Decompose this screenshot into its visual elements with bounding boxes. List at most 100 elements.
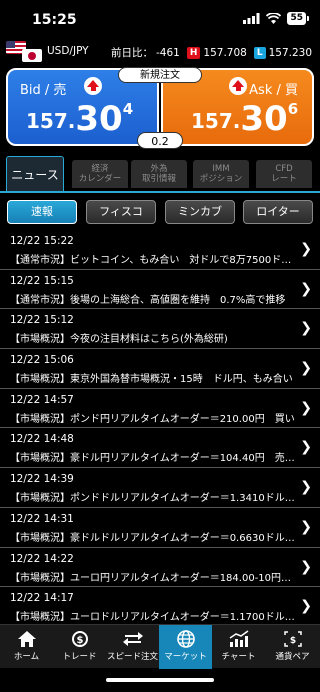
news-date: 12/22 15:06 (10, 354, 74, 367)
bid-price: 157. 30 4 (26, 99, 133, 139)
tab-label-line2: レート (271, 174, 297, 184)
news-title: 【市場概況】ユーロ円リアルタイムオーダー＝184.00-10円… (10, 572, 292, 584)
low-badge: L (253, 46, 266, 59)
bid-price-main: 30 (75, 99, 123, 139)
tab-label-line2: ポジション (199, 174, 243, 184)
market-tabs: ニュース 経済 カレンダー 外為 取引情報 IMM ポジション CFD レート (0, 156, 320, 194)
globe-icon (176, 630, 195, 648)
tab-label-line1: CFD (275, 164, 293, 174)
price-area: Bid / 売 157. 30 4 Ask / 買 157. 30 6 新規注文… (0, 67, 320, 150)
tab-news[interactable]: ニュース (6, 156, 64, 192)
news-item[interactable]: 12/22 14:39 【市場概況】ポンドドルリアルタイムオーダー＝1.3410… (0, 468, 320, 508)
news-item[interactable]: 12/22 14:57 【市場概況】ポンド円リアルタイムオーダー＝210.00円… (0, 389, 320, 429)
japan-flag-icon (22, 49, 42, 62)
nav-chart-label: チャート (221, 652, 256, 662)
new-order-button[interactable]: 新規注文 (118, 67, 202, 83)
tab-label-line1: 外為 (150, 164, 168, 174)
news-title: 【通常市況】ビットコイン、もみ合い 対ドルで8万7500ドル… (10, 255, 298, 266)
bid-price-prefix: 157. (26, 109, 76, 133)
up-arrow-icon (84, 77, 102, 95)
chevron-right-icon: ❯ (300, 518, 312, 535)
filter-flash-button[interactable]: 速報 (7, 200, 77, 224)
ask-label: Ask / 買 (249, 83, 298, 98)
news-date: 12/22 15:15 (10, 274, 74, 287)
nav-speed-order[interactable]: スピード注文 (106, 625, 159, 669)
tab-label-line2: カレンダー (78, 174, 122, 184)
chevron-right-icon: ❯ (300, 280, 312, 297)
home-icon (17, 631, 36, 647)
nav-market[interactable]: マーケット (159, 625, 212, 669)
news-item[interactable]: 12/22 15:22 【通常市況】ビットコイン、もみ合い 対ドルで8万7500… (0, 230, 320, 270)
chevron-right-icon: ❯ (300, 320, 312, 337)
news-date: 12/22 14:48 (10, 433, 74, 446)
svg-text:$: $ (76, 635, 83, 646)
filter-reuters-button[interactable]: ロイター (243, 200, 313, 224)
tab-fx-trading-info[interactable]: 外為 取引情報 (131, 160, 187, 188)
status-icons: 55 (243, 12, 309, 25)
news-item[interactable]: 12/22 14:31 【市場概況】豪ドルドルリアルタイムオーダー＝0.6630… (0, 508, 320, 548)
ask-price: 157. 30 6 (191, 99, 299, 139)
news-title: 【市場概況】豪ドルドルリアルタイムオーダー＝0.6630ドル 売り (10, 532, 298, 544)
change-value: -461 (156, 46, 180, 59)
tab-economic-calendar[interactable]: 経済 カレンダー (72, 160, 128, 188)
speed-order-icon (122, 632, 143, 646)
news-item[interactable]: 12/22 14:17 【市場概況】ユーロドルリアルタイムオーダー＝1.1700… (0, 587, 320, 624)
tab-cfd-rate[interactable]: CFD レート (256, 160, 312, 188)
nav-home[interactable]: ホーム (0, 625, 53, 669)
chevron-right-icon: ❯ (300, 479, 312, 496)
svg-text:$: $ (289, 636, 295, 646)
wifi-icon (266, 13, 282, 24)
change-label: 前日比： (111, 47, 154, 59)
nav-speed-order-label: スピード注文 (106, 652, 158, 662)
news-date: 12/22 14:22 (10, 552, 74, 565)
high-badge: H (186, 46, 201, 59)
high-value: 157.708 (203, 46, 247, 59)
news-title: 【市場概況】ユーロドルリアルタイムオーダー＝1.1700ドル 買い… (10, 612, 298, 624)
chart-icon (229, 630, 248, 647)
chevron-right-icon: ❯ (300, 241, 312, 257)
chevron-right-icon: ❯ (300, 558, 312, 575)
nav-trade[interactable]: $ トレード (53, 625, 106, 669)
nav-currency-pair[interactable]: $ 通貨ペア (265, 625, 320, 669)
ask-price-last: 6 (287, 100, 299, 118)
news-item[interactable]: 12/22 15:15 【通常市況】後場の上海総合、高値圏を維持 0.7%高で推… (0, 270, 320, 310)
spread-badge: 0.2 (137, 132, 183, 149)
chevron-right-icon: ❯ (300, 399, 312, 416)
currency-pair-icon: $ (283, 631, 302, 647)
news-date: 12/22 15:22 (10, 235, 74, 247)
trade-icon: $ (71, 631, 88, 647)
news-title: 【市場概況】ポンド円リアルタイムオーダー＝210.00円 買い (10, 413, 295, 425)
ask-price-main: 30 (240, 99, 288, 139)
tab-news-label: ニュース (11, 168, 59, 182)
home-indicator (106, 678, 214, 682)
signal-icon (243, 13, 260, 24)
battery-icon: 55 (287, 12, 309, 25)
currency-pair-row[interactable]: USD/JPY 前日比： -461 H 157.708 L 157.230 (0, 41, 320, 63)
news-item[interactable]: 12/22 15:06 【市場概況】東京外国為替市場概況・15時 ドル円、もみ合… (0, 349, 320, 389)
news-source-filters: 速報 フィスコ ミンカブ ロイター (0, 200, 320, 226)
ask-price-prefix: 157. (191, 109, 241, 133)
news-date: 12/22 14:31 (10, 512, 74, 525)
news-item[interactable]: 12/22 15:12 【市場概況】今夜の注目材料はこちら(外為総研) ❯ (0, 309, 320, 350)
news-date: 12/22 14:39 (10, 473, 74, 486)
chevron-right-icon: ❯ (300, 439, 312, 456)
nav-chart[interactable]: チャート (212, 625, 265, 669)
news-date: 12/22 14:57 (10, 393, 74, 406)
tab-label-line2: 取引情報 (141, 174, 176, 184)
news-date: 12/22 14:17 (10, 592, 74, 605)
bottom-navigation: ホーム $ トレード スピード注文 マーケット チャート $ 通貨ペア (0, 624, 320, 669)
bid-label: Bid / 売 (20, 83, 67, 98)
news-item[interactable]: 12/22 14:22 【市場概況】ユーロ円リアルタイムオーダー＝184.00-… (0, 548, 320, 588)
filter-minkabu-button[interactable]: ミンカブ (165, 200, 235, 224)
chevron-right-icon: ❯ (300, 360, 312, 377)
nav-trade-label: トレード (62, 652, 97, 662)
status-bar: 15:25 55 (0, 0, 320, 40)
tab-imm-position[interactable]: IMM ポジション (193, 160, 249, 188)
nav-home-label: ホーム (13, 652, 40, 662)
filter-fisco-button[interactable]: フィスコ (86, 200, 156, 224)
currency-flags (6, 41, 42, 63)
chevron-right-icon: ❯ (300, 598, 312, 615)
low-value: 157.230 (268, 46, 312, 59)
news-title: 【通常市況】後場の上海総合、高値圏を維持 0.7%高で推移 (10, 294, 286, 306)
news-item[interactable]: 12/22 14:48 【市場概況】豪ドル円リアルタイムオーダー＝104.40円… (0, 428, 320, 469)
